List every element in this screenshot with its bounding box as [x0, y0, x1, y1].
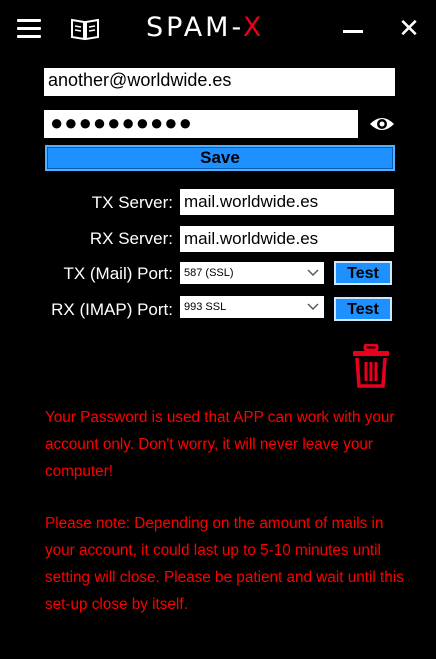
email-field[interactable]: another@worldwide.es	[44, 68, 395, 96]
rx-port-label: RX (IMAP) Port:	[51, 300, 173, 319]
menu-icon[interactable]	[17, 19, 41, 39]
app-title-accent: X	[242, 12, 265, 43]
rx-server-field[interactable]: mail.worldwide.es	[180, 226, 394, 252]
rx-port-select[interactable]: 993 SSL	[180, 296, 324, 318]
rx-server-label: RX Server:	[89, 229, 173, 248]
tx-server-field[interactable]: mail.worldwide.es	[180, 189, 394, 215]
tx-server-label: TX Server:	[91, 193, 173, 212]
chevron-down-icon	[307, 269, 319, 276]
password-note: Your Password is used that APP can work …	[45, 409, 395, 480]
rx-port-value: 993 SSL	[184, 301, 227, 313]
save-button[interactable]: Save	[45, 145, 395, 171]
eye-icon[interactable]	[369, 115, 395, 133]
close-icon[interactable]: ✕	[396, 14, 422, 44]
app-title: SPAM-X	[146, 12, 265, 43]
rx-test-button[interactable]: Test	[334, 297, 392, 321]
tx-port-value: 587 (SSL)	[184, 267, 234, 279]
trash-icon[interactable]	[352, 344, 390, 388]
password-field[interactable]: ●●●●●●●●●●	[44, 110, 358, 138]
tx-test-button[interactable]: Test	[334, 261, 392, 285]
minimize-icon[interactable]	[343, 30, 363, 33]
tx-port-select[interactable]: 587 (SSL)	[180, 262, 324, 284]
tx-port-label: TX (Mail) Port:	[63, 264, 173, 283]
duration-note: Please note: Depending on the amount of …	[45, 515, 404, 613]
book-icon[interactable]	[70, 17, 100, 41]
chevron-down-icon	[307, 303, 319, 310]
